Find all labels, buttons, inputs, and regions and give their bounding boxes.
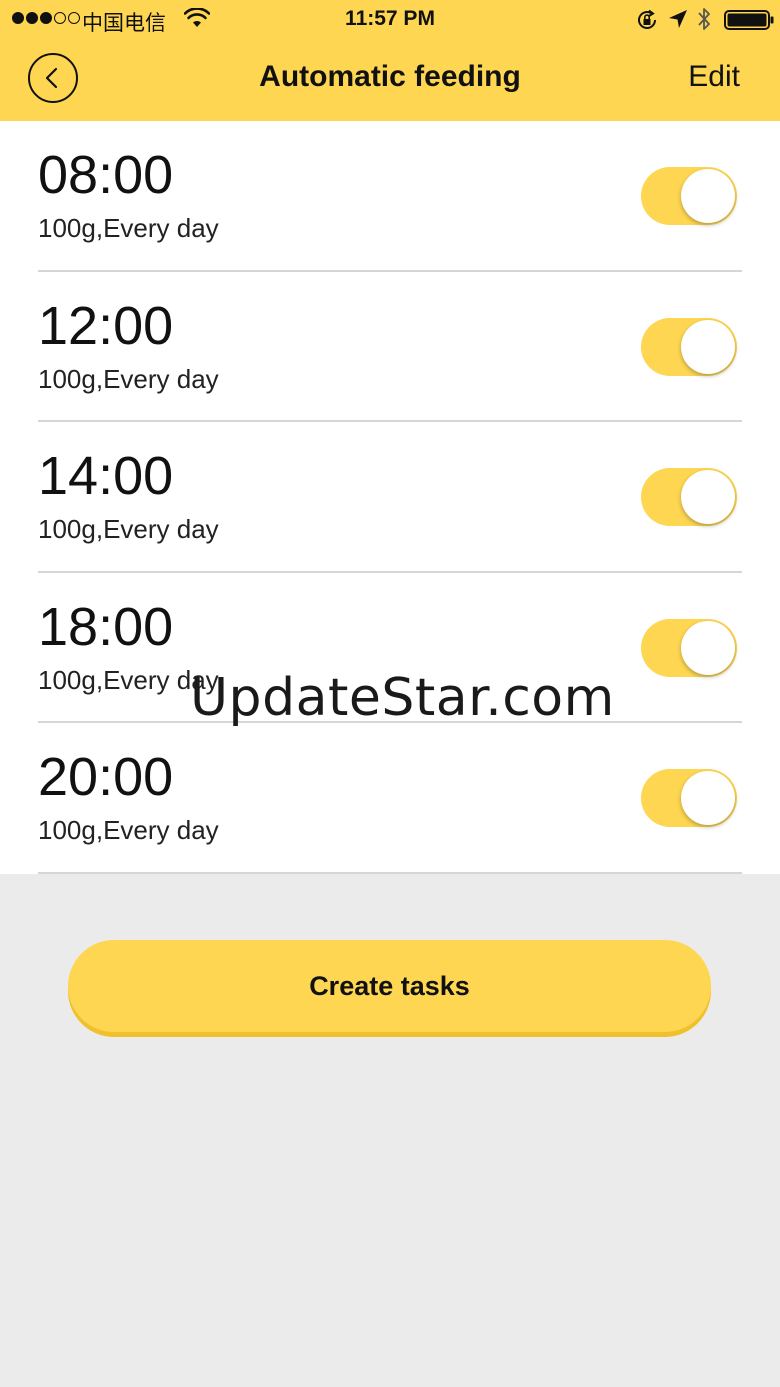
app-screen: 中国电信 11:57 PM Automatic feeding Edit 08:… bbox=[0, 0, 780, 1387]
feeding-task-list: 08:00 100g,Every day 12:00 100g,Every da… bbox=[0, 121, 780, 874]
task-row[interactable]: 20:00 100g,Every day bbox=[0, 723, 780, 874]
task-detail: 100g,Every day bbox=[38, 664, 219, 695]
battery-icon bbox=[724, 10, 774, 30]
task-detail: 100g,Every day bbox=[38, 213, 219, 243]
task-row[interactable]: 12:00 100g,Every day bbox=[0, 272, 780, 423]
task-time: 08:00 bbox=[38, 145, 174, 205]
task-enabled-toggle[interactable] bbox=[641, 167, 737, 225]
toggle-knob bbox=[681, 771, 735, 826]
toggle-knob bbox=[681, 319, 735, 374]
header: 中国电信 11:57 PM Automatic feeding Edit bbox=[0, 0, 780, 121]
edit-button[interactable]: Edit bbox=[688, 60, 740, 94]
location-arrow-icon bbox=[669, 10, 687, 28]
navigation-bar: Automatic feeding Edit bbox=[0, 40, 780, 121]
page-title: Automatic feeding bbox=[259, 60, 521, 93]
bluetooth-icon bbox=[698, 8, 710, 30]
task-enabled-toggle[interactable] bbox=[641, 618, 737, 677]
task-detail: 100g,Every day bbox=[38, 514, 219, 545]
task-row[interactable]: 08:00 100g,Every day bbox=[0, 121, 780, 272]
create-tasks-button[interactable]: Create tasks bbox=[68, 940, 711, 1032]
task-row[interactable]: 18:00 100g,Every day bbox=[0, 573, 780, 724]
task-detail: 100g,Every day bbox=[38, 815, 219, 846]
task-time: 12:00 bbox=[38, 295, 174, 356]
task-time: 20:00 bbox=[38, 747, 174, 808]
task-detail: 100g,Every day bbox=[38, 363, 219, 394]
toggle-knob bbox=[681, 620, 735, 675]
task-enabled-toggle[interactable] bbox=[641, 468, 737, 527]
status-bar: 中国电信 11:57 PM bbox=[0, 0, 780, 40]
rotation-lock-icon bbox=[638, 9, 657, 29]
toggle-knob bbox=[681, 470, 735, 525]
task-enabled-toggle[interactable] bbox=[641, 317, 737, 376]
toggle-knob bbox=[681, 169, 735, 223]
task-row[interactable]: 14:00 100g,Every day bbox=[0, 422, 780, 573]
task-time: 14:00 bbox=[38, 446, 174, 507]
task-time: 18:00 bbox=[38, 596, 174, 657]
status-time: 11:57 PM bbox=[345, 7, 435, 30]
task-enabled-toggle[interactable] bbox=[641, 769, 737, 828]
